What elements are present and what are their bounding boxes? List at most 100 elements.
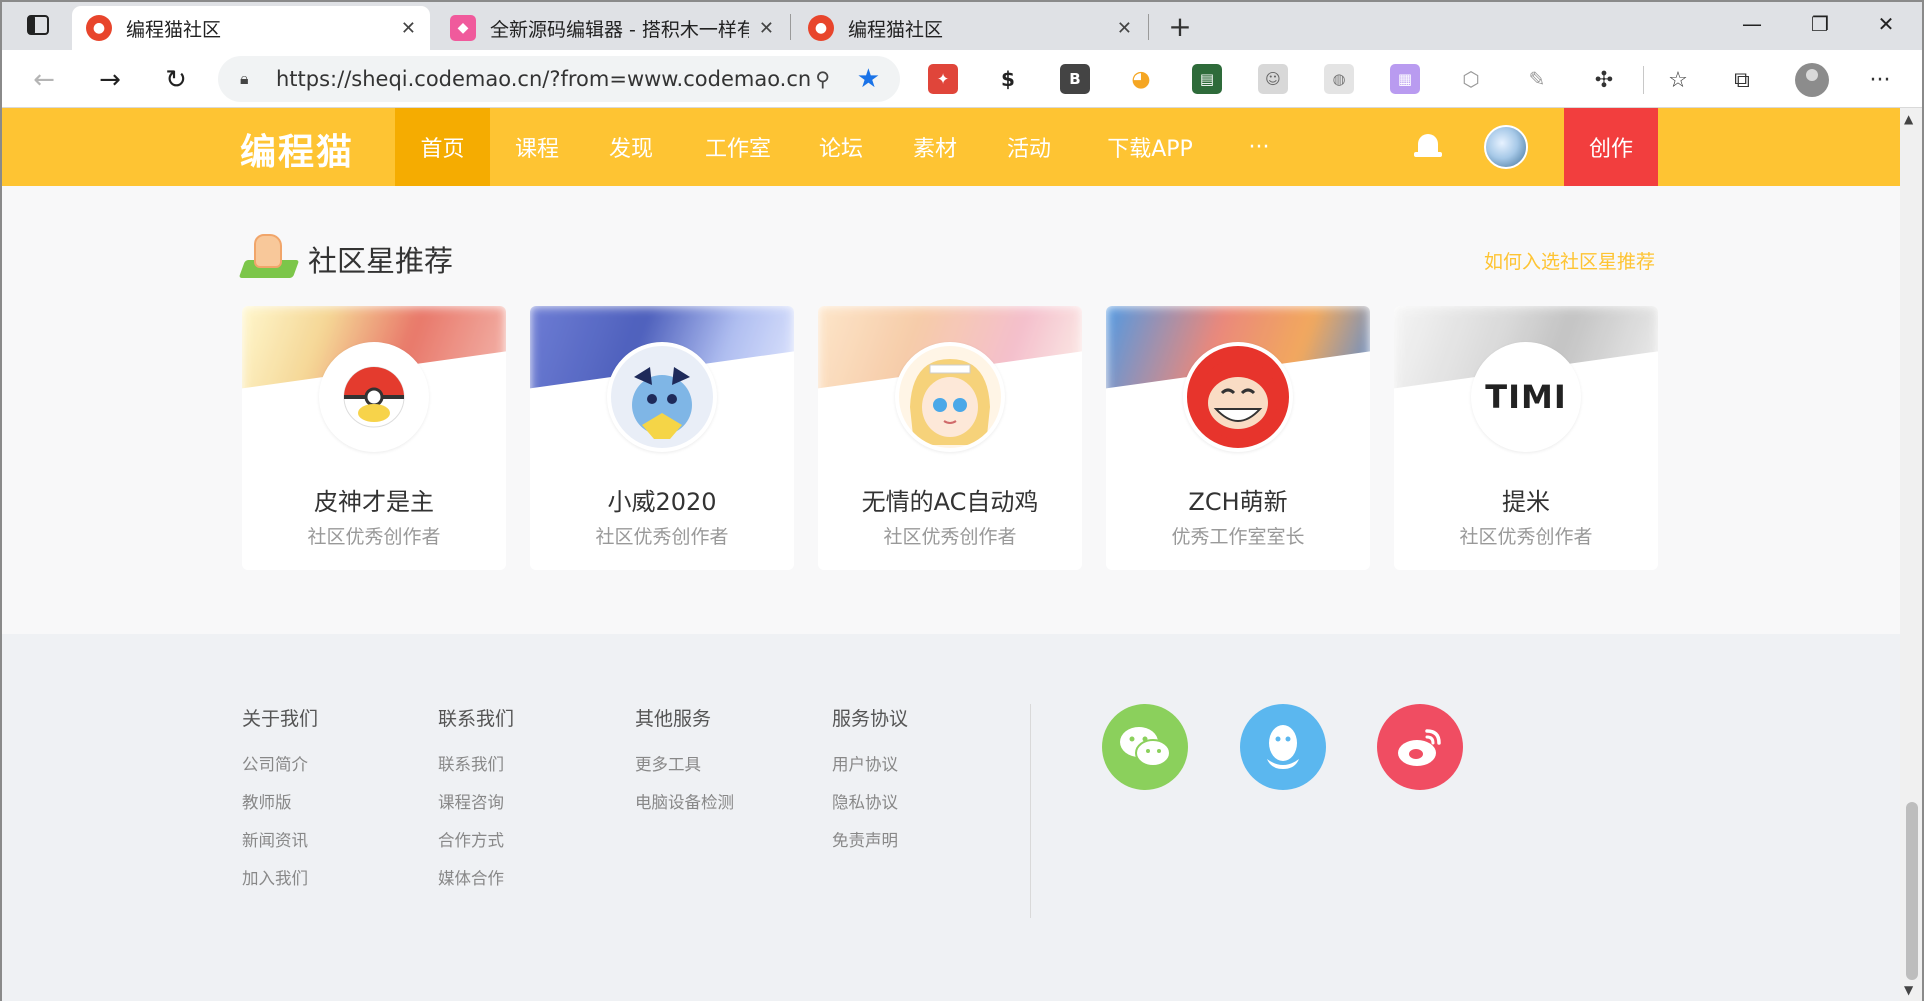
creator-avatar	[1183, 342, 1293, 452]
bell-icon[interactable]	[1414, 132, 1442, 162]
new-tab-icon[interactable]: +	[1160, 6, 1200, 46]
favorites-icon[interactable]: ☆	[1660, 62, 1696, 98]
close-icon[interactable]: ✕	[759, 18, 774, 39]
creator-card[interactable]: TIMI 提米 社区优秀创作者	[1394, 306, 1658, 570]
profile-avatar[interactable]	[1795, 63, 1829, 97]
footer-link[interactable]: 用户协议	[832, 751, 908, 775]
wechat-icon[interactable]	[1102, 704, 1188, 790]
close-icon[interactable]: ✕	[401, 18, 416, 39]
timi-logo-text: TIMI	[1485, 378, 1567, 416]
extensions-puzzle-icon[interactable]: ✣	[1586, 62, 1622, 98]
ext-1-icon[interactable]: ✦	[928, 64, 958, 94]
ext-6-icon[interactable]: ◍	[1324, 64, 1354, 94]
how-to-join-link[interactable]: 如何入选社区星推荐	[1484, 247, 1655, 274]
ext-pen-icon[interactable]: ✎	[1522, 64, 1552, 94]
footer-heading: 服务协议	[832, 708, 909, 730]
creator-avatar	[895, 342, 1005, 452]
address-toolbar: ← → ↻ 🔒︎ https://sheqi.codemao.cn/?from=…	[0, 50, 1924, 108]
footer-link[interactable]: 公司简介	[242, 751, 318, 775]
refresh-icon[interactable]: ↻	[156, 60, 196, 100]
footer-link[interactable]: 课程咨询	[438, 789, 514, 813]
footer-column-about: 关于我们 公司简介 教师版 新闻资讯 加入我们	[242, 704, 318, 903]
site-navbar: 编程猫 首页 课程 发现 工作室 论坛 素材 活动 下载APP ··· 创作	[0, 108, 1900, 186]
footer-link[interactable]: 电脑设备检测	[635, 789, 734, 813]
footer-link[interactable]: 媒体合作	[438, 865, 514, 889]
creator-role: 优秀工作室室长	[1171, 526, 1305, 548]
footer-link[interactable]: 加入我们	[242, 865, 318, 889]
creator-name: 提米	[1502, 488, 1550, 516]
collections-icon[interactable]: ⧉	[1724, 62, 1760, 98]
creator-role: 社区优秀创作者	[1459, 526, 1593, 548]
forward-icon[interactable]: →	[90, 60, 130, 100]
more-menu-icon[interactable]: ···	[1862, 62, 1898, 98]
nav-courses[interactable]: 课程	[496, 108, 578, 186]
ext-palette-icon[interactable]: ◕	[1126, 64, 1156, 94]
footer-link[interactable]: 更多工具	[635, 751, 734, 775]
nav-discover[interactable]: 发现	[590, 108, 672, 186]
ext-7-icon[interactable]: ▦	[1390, 64, 1420, 94]
footer-link[interactable]: 免责声明	[832, 827, 908, 851]
footer-heading: 关于我们	[242, 708, 319, 730]
creator-card[interactable]: ZCH萌新 优秀工作室室长	[1106, 306, 1370, 570]
page-footer: 关于我们 公司简介 教师版 新闻资讯 加入我们 联系我们 联系我们 课程咨询 合…	[2, 634, 1900, 1001]
footer-divider	[1030, 704, 1031, 918]
weibo-icon[interactable]	[1377, 704, 1463, 790]
scroll-thumb[interactable]	[1906, 802, 1918, 980]
ext-office-icon[interactable]: ⬡	[1456, 64, 1486, 94]
site-logo[interactable]: 编程猫	[240, 123, 354, 175]
creator-name: 小威2020	[607, 488, 717, 516]
qq-icon[interactable]	[1240, 704, 1326, 790]
footer-link[interactable]: 新闻资讯	[242, 827, 318, 851]
creator-card[interactable]: 无情的AC自动鸡 社区优秀创作者	[818, 306, 1082, 570]
maximize-icon[interactable]: ❐	[1790, 6, 1850, 42]
close-icon[interactable]: ✕	[1117, 18, 1132, 39]
ext-s-icon[interactable]: $	[993, 64, 1023, 94]
browser-tabbar: ● 编程猫社区 ✕ ◆ 全新源码编辑器 - 搭积木一样有趣 ✕ ● 编程猫社区 …	[0, 0, 1924, 50]
tab-2[interactable]: ◆ 全新源码编辑器 - 搭积木一样有趣 ✕	[436, 6, 788, 50]
minimize-icon[interactable]: —	[1722, 6, 1782, 42]
scroll-up-icon[interactable]: ▲	[1904, 112, 1913, 126]
nav-studio[interactable]: 工作室	[690, 108, 786, 186]
tab-actions-icon[interactable]	[10, 8, 66, 42]
page-scrollbar[interactable]: ▲ ▼	[1900, 108, 1924, 1001]
close-window-icon[interactable]: ✕	[1856, 6, 1916, 42]
footer-column-agreements: 服务协议 用户协议 隐私协议 免责声明	[832, 704, 908, 865]
creator-avatar	[319, 342, 429, 452]
url-bar[interactable]: 🔒︎ https://sheqi.codemao.cn/?from=www.co…	[218, 56, 900, 102]
nav-download-app[interactable]: 下载APP	[1094, 108, 1206, 186]
user-avatar[interactable]	[1484, 125, 1528, 169]
footer-link[interactable]: 教师版	[242, 789, 318, 813]
footer-link[interactable]: 隐私协议	[832, 789, 908, 813]
ext-4-icon[interactable]: ▤	[1192, 64, 1222, 94]
footer-heading: 其他服务	[635, 708, 712, 730]
ext-b-icon[interactable]: B	[1060, 64, 1090, 94]
nav-events[interactable]: 活动	[988, 108, 1070, 186]
editor-favicon-icon: ◆	[450, 15, 476, 41]
creator-role: 社区优秀创作者	[595, 526, 729, 548]
scroll-down-icon[interactable]: ▼	[1904, 983, 1913, 997]
creator-card[interactable]: 小威2020 社区优秀创作者	[530, 306, 794, 570]
thumbs-up-icon	[238, 230, 300, 282]
ext-5-icon[interactable]: ☺	[1258, 64, 1288, 94]
creator-name: ZCH萌新	[1188, 488, 1288, 516]
creator-card[interactable]: 皮神才是主 社区优秀创作者	[242, 306, 506, 570]
favorite-star-icon[interactable]: ★	[857, 64, 880, 94]
nav-forum[interactable]: 论坛	[800, 108, 882, 186]
nav-home[interactable]: 首页	[395, 108, 490, 186]
back-icon[interactable]: ←	[24, 60, 64, 100]
create-button[interactable]: 创作	[1564, 108, 1658, 186]
tab-1[interactable]: ● 编程猫社区 ✕	[72, 6, 430, 50]
creator-avatar	[607, 342, 717, 452]
nav-materials[interactable]: 素材	[894, 108, 976, 186]
footer-link[interactable]: 联系我们	[438, 751, 514, 775]
footer-link[interactable]: 合作方式	[438, 827, 514, 851]
footer-column-contact: 联系我们 联系我们 课程咨询 合作方式 媒体合作	[438, 704, 514, 903]
nav-more[interactable]: ···	[1234, 108, 1284, 186]
section-title: 社区星推荐	[308, 244, 454, 278]
tab-title: 全新源码编辑器 - 搭积木一样有趣	[490, 18, 749, 41]
tab-3[interactable]: ● 编程猫社区 ✕	[794, 6, 1146, 50]
creator-name: 皮神才是主	[314, 488, 434, 516]
footer-heading: 联系我们	[438, 708, 515, 730]
zoom-icon[interactable]: ⚲	[815, 67, 830, 91]
creator-role: 社区优秀创作者	[307, 526, 441, 548]
